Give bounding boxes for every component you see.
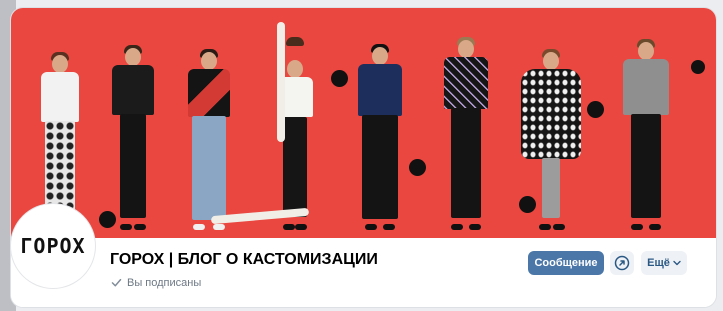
- model-figure: [521, 49, 581, 230]
- community-avatar[interactable]: ГОРОХ: [14, 207, 92, 285]
- chevron-down-icon: [673, 260, 681, 266]
- check-icon: [111, 278, 122, 287]
- cover-image: [11, 8, 716, 238]
- arrow-up-right-circle-icon: [614, 255, 630, 271]
- community-title: ГОРОХ | БЛОГ О КАСТОМИЗАЦИИ: [110, 251, 378, 268]
- model-figure: [357, 44, 403, 230]
- decorative-dot: [331, 70, 348, 87]
- message-button[interactable]: Сообщение: [528, 251, 604, 275]
- decorative-dot: [409, 159, 426, 176]
- model-figure: [443, 37, 489, 230]
- share-action-button[interactable]: [610, 251, 634, 275]
- more-button[interactable]: Ещё: [641, 251, 687, 275]
- subscription-status-label: Вы подписаны: [127, 276, 202, 289]
- more-button-label: Ещё: [647, 257, 670, 269]
- decorative-dot: [587, 101, 604, 118]
- model-figure: [111, 45, 155, 230]
- model-figure: [187, 49, 231, 230]
- model-figure: [621, 39, 671, 230]
- model-figure: [39, 52, 81, 230]
- fabric-ribbon: [277, 22, 285, 142]
- subscription-status[interactable]: Вы подписаны: [110, 276, 201, 289]
- logo-text: ГОРОХ: [20, 234, 86, 258]
- decorative-dot: [691, 60, 705, 74]
